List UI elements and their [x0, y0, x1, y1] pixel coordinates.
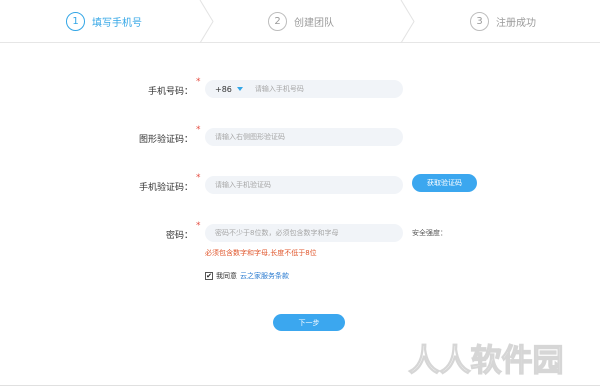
phone-row: 手机号码： * +86 请输入手机号码: [0, 77, 600, 102]
agreement-row: ✔ 我同意 云之家服务条款: [205, 271, 289, 281]
phone-input[interactable]: +86 请输入手机号码: [205, 80, 403, 98]
terms-link[interactable]: 云之家服务条款: [240, 271, 289, 281]
password-placeholder: 密码不少于8位数，必须包含数字和字母: [215, 229, 339, 237]
password-input[interactable]: 密码不少于8位数，必须包含数字和字母: [205, 224, 403, 242]
step-number: 1: [66, 12, 85, 31]
step-label: 注册成功: [496, 18, 536, 29]
phone-label: 手机号码：: [147, 87, 193, 97]
captcha-input[interactable]: 请输入右侧图形验证码: [205, 128, 403, 146]
step-label: 填写手机号: [92, 18, 142, 29]
next-step-button[interactable]: 下一步: [273, 314, 345, 331]
required-mark: *: [196, 77, 201, 87]
agree-text: 我同意: [216, 272, 237, 280]
agree-checkbox[interactable]: ✔: [205, 272, 213, 280]
step-number: 3: [470, 12, 489, 31]
captcha-label: 图形验证码：: [138, 135, 193, 145]
password-strength-label: 安全强度：: [412, 229, 447, 237]
step-divider-chevron-icon: [400, 0, 415, 43]
required-mark: *: [196, 173, 201, 183]
sms-code-row: 手机验证码： * 请输入手机验证码 获取验证码: [0, 173, 600, 198]
country-code-select[interactable]: +86: [215, 85, 243, 94]
step-register-success: 3 注册成功: [470, 0, 536, 43]
phone-placeholder: 请输入手机号码: [254, 85, 304, 93]
sms-code-placeholder: 请输入手机验证码: [215, 181, 271, 189]
registration-stepper: 1 填写手机号 2 创建团队 3 注册成功: [0, 0, 600, 43]
password-error-message: 必须包含数字和字母,长度不低于8位: [205, 249, 317, 257]
password-label: 密码：: [165, 231, 193, 241]
step-label: 创建团队: [294, 18, 334, 29]
svg-text:人人软件园: 人人软件园: [409, 343, 564, 379]
step-create-team: 2 创建团队: [268, 0, 334, 43]
country-code-value: +86: [215, 84, 232, 94]
sms-code-input[interactable]: 请输入手机验证码: [205, 176, 403, 194]
chevron-down-icon: [236, 87, 243, 91]
step-divider-chevron-icon: [199, 0, 214, 43]
password-row: 密码： * 密码不少于8位数，必须包含数字和字母 安全强度：: [0, 221, 600, 246]
watermark-logo: 人人软件园: [408, 342, 564, 379]
captcha-placeholder: 请输入右侧图形验证码: [215, 133, 285, 141]
step-fill-phone: 1 填写手机号: [66, 0, 142, 43]
required-mark: *: [196, 125, 201, 135]
check-icon: ✔: [206, 272, 212, 280]
get-sms-code-button[interactable]: 获取验证码: [412, 174, 477, 192]
sms-code-label: 手机验证码：: [138, 183, 193, 193]
captcha-row: 图形验证码： * 请输入右侧图形验证码: [0, 125, 600, 150]
required-mark: *: [196, 221, 201, 231]
step-number: 2: [268, 12, 287, 31]
